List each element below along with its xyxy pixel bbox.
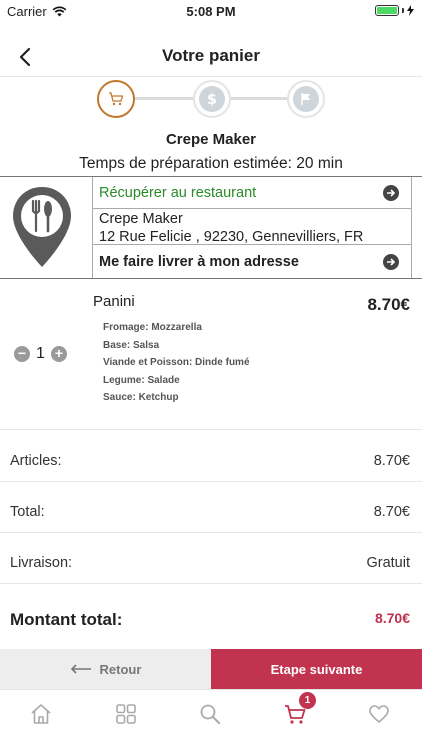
restaurant-pin-icon xyxy=(13,187,71,267)
delivery-options-list: Récupérer au restaurant Crepe Maker 12 R… xyxy=(92,177,412,278)
action-bar: Retour Etape suivante xyxy=(0,649,422,689)
articles-value: 8.70€ xyxy=(373,453,410,469)
quantity-stepper: − 1 + xyxy=(14,345,67,363)
back-button-label: Retour xyxy=(99,661,142,677)
step-cart xyxy=(97,80,135,118)
address-line: 12 Rue Felicie , 92230, Gennevilliers, F… xyxy=(99,229,364,245)
step-confirm xyxy=(287,80,325,118)
step-payment: $ xyxy=(193,80,231,118)
total-value: 8.70€ xyxy=(373,504,410,520)
item-name: Panini xyxy=(93,293,135,310)
arrow-right-icon xyxy=(383,184,399,201)
cart-icon xyxy=(109,92,124,106)
item-option: Viande et Poisson: Dinde fumé xyxy=(103,357,250,368)
articles-row: Articles: 8.70€ xyxy=(0,431,422,482)
deliver-label: Me faire livrer à mon adresse xyxy=(99,254,299,270)
page-title: Votre panier xyxy=(162,46,260,65)
status-time: 5:08 PM xyxy=(186,4,236,19)
grand-total-row: Montant total: 8.70€ xyxy=(0,596,422,648)
item-option: Base: Salsa xyxy=(103,339,160,351)
cart-item: Panini 8.70€ − 1 + Fromage: Mozzarella B… xyxy=(0,285,422,430)
pickup-option[interactable]: Récupérer au restaurant xyxy=(93,177,411,209)
home-icon[interactable] xyxy=(29,702,53,726)
checkout-stepper: $ xyxy=(97,80,327,118)
total-label: Total: xyxy=(10,504,45,520)
restaurant-address: Crepe Maker 12 Rue Felicie , 92230, Genn… xyxy=(93,209,411,245)
grid-icon[interactable] xyxy=(114,702,138,726)
quantity-value: 1 xyxy=(36,345,45,362)
plus-icon[interactable]: + xyxy=(50,346,67,362)
arrow-left-icon xyxy=(70,664,91,674)
cart-badge: 1 xyxy=(299,692,316,709)
tab-bar xyxy=(0,689,422,739)
dollar-icon: $ xyxy=(207,92,217,107)
item-option: Sauce: Ketchup xyxy=(103,392,179,403)
restaurant-name: Crepe Maker xyxy=(165,131,257,148)
delivery-fee-label: Livraison: xyxy=(10,555,73,571)
minus-icon[interactable]: − xyxy=(14,346,30,362)
delivery-option[interactable]: Me faire livrer à mon adresse xyxy=(93,245,411,279)
heart-icon[interactable] xyxy=(367,702,391,726)
delivery-fee-value: Gratuit xyxy=(366,555,410,571)
delivery-fee-row: Livraison: Gratuit xyxy=(0,533,422,584)
item-option: Legume: Salade xyxy=(103,374,180,386)
back-button[interactable]: Retour xyxy=(0,649,211,689)
status-bar: Carrier 5:08 PM xyxy=(0,0,422,22)
next-step-label: Etape suivante xyxy=(270,661,363,677)
address-name: Crepe Maker xyxy=(99,211,183,227)
articles-label: Articles: xyxy=(10,453,62,469)
arrow-right-icon xyxy=(383,254,399,270)
search-icon[interactable] xyxy=(198,702,222,726)
flag-icon xyxy=(301,93,310,105)
item-price: 8.70€ xyxy=(367,295,410,314)
delivery-options: Récupérer au restaurant Crepe Maker 12 R… xyxy=(0,176,422,279)
grand-total-value: 8.70€ xyxy=(374,610,410,626)
charging-icon xyxy=(407,5,414,16)
nav-header: Votre panier xyxy=(0,36,422,77)
item-option: Fromage: Mozzarella xyxy=(103,322,202,333)
grand-total-label: Montant total: xyxy=(10,610,123,629)
total-row: Total: 8.70€ xyxy=(0,482,422,533)
svg-text:$: $ xyxy=(207,92,217,107)
pickup-label: Récupérer au restaurant xyxy=(99,185,257,201)
item-options: Fromage: Mozzarella Base: Salsa Viande e… xyxy=(103,322,250,410)
prep-time: Temps de préparation estimée: 20 min xyxy=(79,155,343,172)
next-step-button[interactable]: Etape suivante xyxy=(211,649,422,689)
battery-icon xyxy=(375,5,414,16)
